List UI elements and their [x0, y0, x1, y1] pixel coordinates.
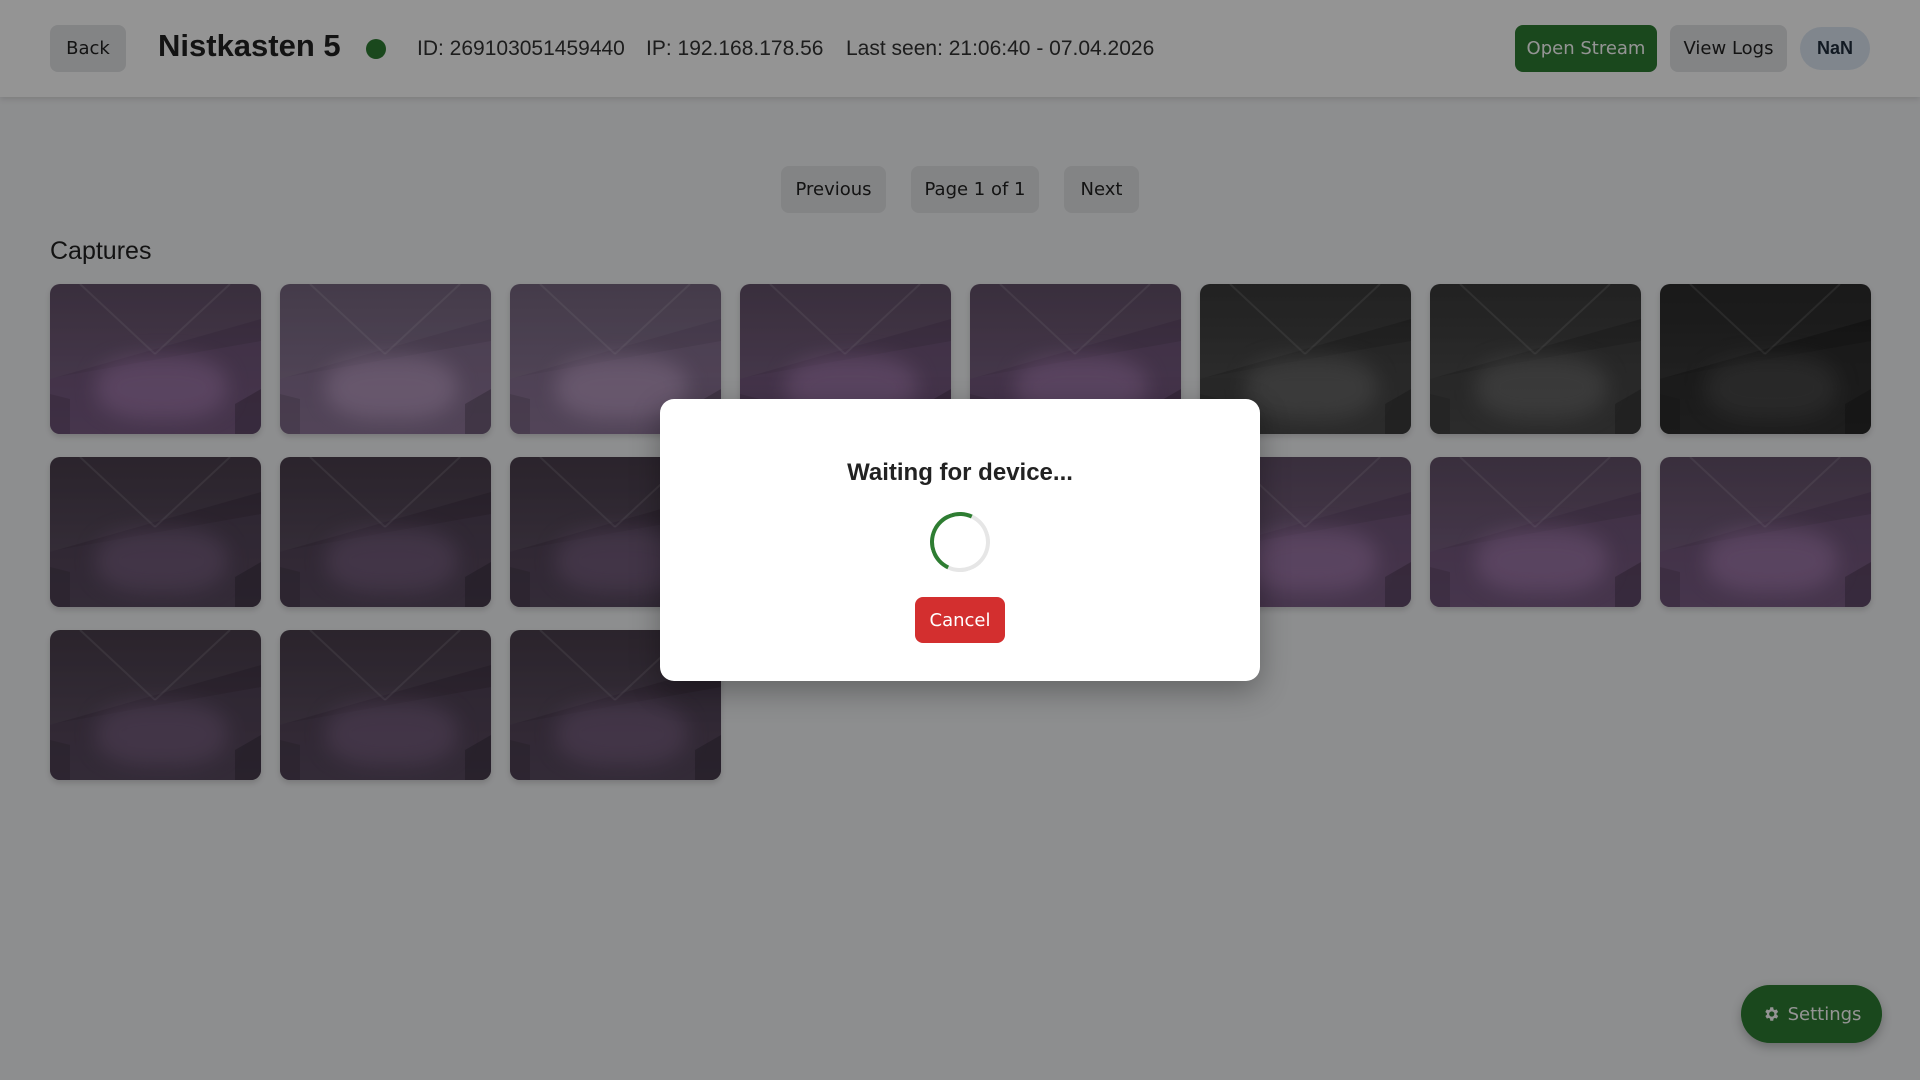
gear-icon [1764, 1007, 1778, 1021]
waiting-dialog: Waiting for device... Cancel [660, 399, 1260, 681]
cancel-button[interactable]: Cancel [915, 597, 1005, 643]
settings-button[interactable]: Settings [1741, 985, 1882, 1043]
settings-label: Settings [1787, 1003, 1862, 1025]
dialog-title: Waiting for device... [847, 459, 1073, 486]
loading-spinner-icon [921, 503, 999, 581]
